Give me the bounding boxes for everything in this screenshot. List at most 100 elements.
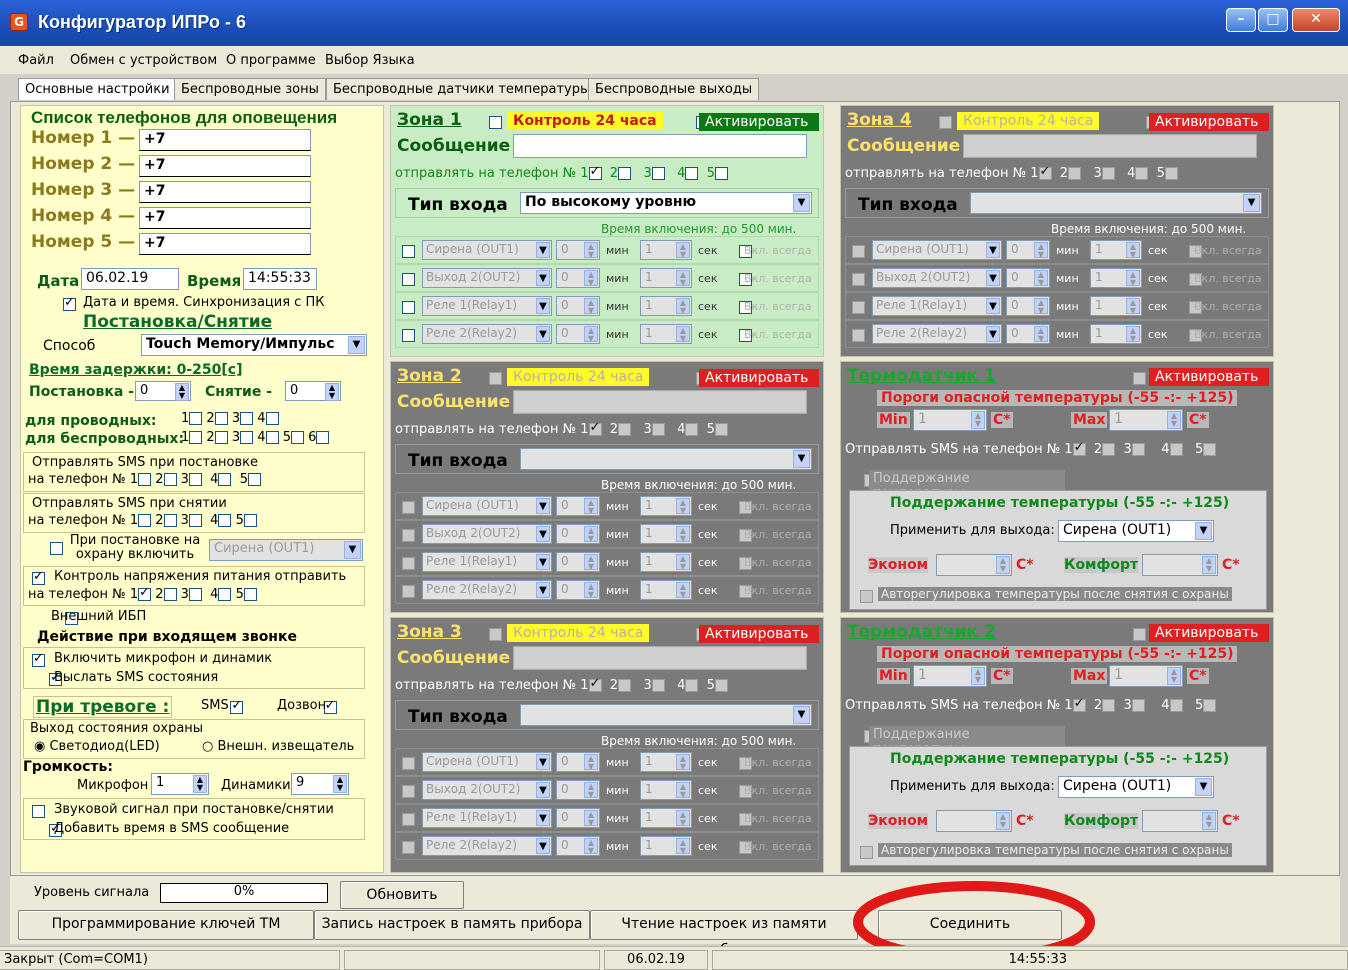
output-checkbox[interactable] (852, 245, 865, 258)
phone-field[interactable]: +7 (139, 181, 311, 203)
close-button[interactable]: ✕ (1292, 8, 1340, 32)
date-field[interactable]: 06.02.19 (81, 268, 179, 290)
tab-zones[interactable]: Беспроводные зоны (174, 78, 326, 100)
phone-4-checkbox[interactable] (685, 423, 699, 436)
seconds-field[interactable]: 1 ▲ ▼ (640, 580, 692, 600)
minutes-field[interactable]: 0 ▲ ▼ (556, 580, 600, 600)
read-settings-button[interactable]: Чтение настроек из памяти прибора (590, 910, 858, 958)
phone-5-checkbox[interactable] (1164, 167, 1178, 180)
output-select[interactable]: Реле 1(Relay1) ▼ (422, 296, 552, 316)
output-checkbox[interactable] (402, 273, 415, 286)
minutes-field[interactable]: 0 ▲ ▼ (1006, 296, 1050, 316)
menu-file[interactable]: Файл (18, 53, 54, 68)
phone-1-checkbox[interactable] (1072, 696, 1086, 712)
disarm-delay-field[interactable]: 0 ▲ ▼ (285, 381, 341, 401)
sound-signal-checkbox[interactable] (32, 805, 45, 818)
output-checkbox[interactable] (402, 585, 415, 598)
message-field[interactable] (963, 134, 1257, 158)
seconds-field[interactable]: 1 ▲ ▼ (640, 240, 692, 260)
phone-2-checkbox[interactable] (618, 679, 632, 692)
minutes-field[interactable]: 0 ▲ ▼ (556, 496, 600, 516)
minutes-field[interactable]: 0 ▲ ▼ (556, 524, 600, 544)
minutes-field[interactable]: 0 ▲ ▼ (556, 268, 600, 288)
tab-temp[interactable]: Беспроводные датчики температуры (326, 78, 598, 100)
output-select[interactable]: Выход 2(OUT2) ▼ (422, 268, 552, 288)
output-checkbox[interactable] (402, 841, 415, 854)
phone-4-checkbox[interactable] (1169, 699, 1183, 712)
output-checkbox[interactable] (402, 785, 415, 798)
method-select[interactable]: Touch Memory/Импульс ▼ (141, 334, 367, 356)
output-select[interactable]: Реле 1(Relay1) ▼ (872, 296, 1002, 316)
output-checkbox[interactable] (402, 757, 415, 770)
phone-4-checkbox[interactable] (685, 679, 699, 692)
sync-checkbox[interactable] (63, 295, 76, 311)
econom-field[interactable]: ▲ ▼ (936, 810, 1012, 832)
phone-field[interactable]: +7 (139, 233, 311, 255)
message-field[interactable] (513, 390, 807, 414)
phone-3-checkbox[interactable] (651, 423, 665, 436)
phone-field[interactable]: +7 (139, 129, 311, 151)
seconds-field[interactable]: 1 ▲ ▼ (1090, 324, 1142, 344)
seconds-field[interactable]: 1 ▲ ▼ (640, 268, 692, 288)
phone-1-checkbox[interactable] (1072, 440, 1086, 456)
power-checkbox[interactable] (32, 569, 45, 585)
seconds-field[interactable]: 1 ▲ ▼ (1090, 240, 1142, 260)
minutes-field[interactable]: 0 ▲ ▼ (556, 324, 600, 344)
phone-4-checkbox[interactable] (1169, 443, 1183, 456)
output-select[interactable]: Выход 2(OUT2) ▼ (872, 268, 1002, 288)
output-checkbox[interactable] (402, 301, 415, 314)
ctrl24-checkbox[interactable] (489, 628, 502, 641)
wireless-3-checkbox[interactable] (240, 431, 254, 444)
output-select[interactable]: Сирена (OUT1) ▼ (422, 752, 552, 772)
program-keys-button[interactable]: Программирование ключей ТМ (18, 910, 314, 940)
input-type-select[interactable]: ▼ (520, 448, 812, 470)
seconds-field[interactable]: 1 ▲ ▼ (640, 780, 692, 800)
output-select[interactable]: Сирена (OUT1) ▼ (872, 240, 1002, 260)
minutes-field[interactable]: 0 ▲ ▼ (556, 808, 600, 828)
input-type-select[interactable]: ▼ (970, 192, 1262, 214)
min-temp-field[interactable]: 1 ▲ ▼ (913, 409, 987, 431)
seconds-field[interactable]: 1 ▲ ▼ (1090, 268, 1142, 288)
seconds-field[interactable]: 1 ▲ ▼ (640, 836, 692, 856)
minutes-field[interactable]: 0 ▲ ▼ (556, 836, 600, 856)
wireless-4-checkbox[interactable] (265, 431, 279, 444)
arm-enable-select[interactable]: Сирена (OUT1) ▼ (209, 539, 363, 561)
min-temp-field[interactable]: 1 ▲ ▼ (913, 665, 987, 687)
phone-5-checkbox[interactable] (714, 423, 728, 436)
message-field[interactable] (513, 646, 807, 670)
seconds-field[interactable]: 1 ▲ ▼ (640, 524, 692, 544)
phone-1-checkbox[interactable] (588, 164, 602, 180)
input-type-select[interactable]: ▼ (520, 704, 812, 726)
minutes-field[interactable]: 0 ▲ ▼ (556, 552, 600, 572)
wireless-5-checkbox[interactable] (290, 431, 304, 444)
menu-about[interactable]: О программе (226, 53, 316, 68)
wireless-1-checkbox[interactable] (189, 431, 203, 444)
output-select[interactable]: Реле 2(Relay2) ▼ (422, 836, 552, 856)
wired-4-checkbox[interactable] (265, 412, 279, 425)
thermo-activate-checkbox[interactable] (1133, 628, 1146, 641)
wired-2-checkbox[interactable] (214, 412, 228, 425)
mic-volume-field[interactable]: 1 ▲ ▼ (151, 773, 209, 795)
max-temp-field[interactable]: 1 ▲ ▼ (1109, 409, 1183, 431)
output-checkbox[interactable] (852, 329, 865, 342)
apply-out-select[interactable]: Сирена (OUT1) ▼ (1058, 776, 1214, 798)
output-select[interactable]: Сирена (OUT1) ▼ (422, 496, 552, 516)
tab-outputs[interactable]: Беспроводные выходы (588, 78, 760, 100)
alarm-sms-checkbox[interactable] (230, 698, 244, 714)
wired-3-checkbox[interactable] (240, 412, 254, 425)
minutes-field[interactable]: 0 ▲ ▼ (556, 240, 600, 260)
minimize-button[interactable]: – (1226, 8, 1256, 32)
time-field[interactable]: 14:55:33 (243, 268, 317, 290)
input-type-select[interactable]: По высокому уровню ▼ (520, 192, 812, 214)
phone-4-checkbox[interactable] (685, 167, 699, 180)
phone-3-checkbox[interactable] (1131, 443, 1145, 456)
wireless-2-checkbox[interactable] (214, 431, 228, 444)
output-checkbox[interactable] (402, 813, 415, 826)
seconds-field[interactable]: 1 ▲ ▼ (640, 496, 692, 516)
minutes-field[interactable]: 0 ▲ ▼ (1006, 268, 1050, 288)
led-radio[interactable]: ◉ Светодиод(LED) (34, 739, 160, 754)
output-checkbox[interactable] (402, 245, 415, 258)
output-select[interactable]: Выход 2(OUT2) ▼ (422, 524, 552, 544)
auto-checkbox[interactable] (860, 590, 873, 603)
phone-1-checkbox[interactable] (588, 676, 602, 692)
